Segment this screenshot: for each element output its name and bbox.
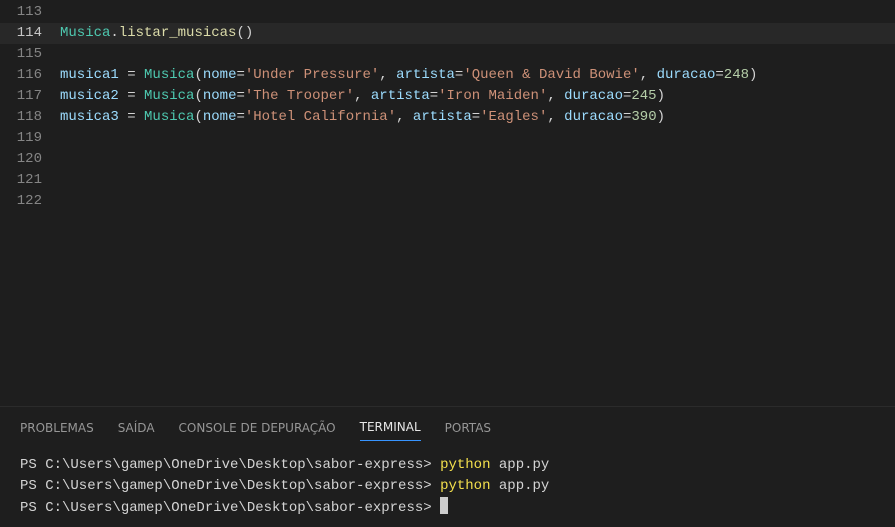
terminal-line: PS C:\Users\gamep\OneDrive\Desktop\sabor… <box>20 476 875 497</box>
token-num: 390 <box>631 109 656 125</box>
token-param: artista <box>371 88 430 104</box>
code-line[interactable]: 121 <box>0 170 895 191</box>
terminal-arg: app.py <box>491 457 550 473</box>
tab-saida[interactable]: SAÍDA <box>118 421 155 441</box>
token-punc: ) <box>749 67 757 83</box>
line-number: 118 <box>0 107 60 128</box>
code-line[interactable]: 114Musica.listar_musicas() <box>0 23 895 44</box>
token-cls: Musica <box>144 67 194 83</box>
bottom-panel: PROBLEMAS SAÍDA CONSOLE DE DEPURAÇÃO TER… <box>0 406 895 527</box>
token-param: duracao <box>564 88 623 104</box>
code-content[interactable]: musica2 = Musica(nome='The Trooper', art… <box>60 86 665 107</box>
code-line[interactable]: 120 <box>0 149 895 170</box>
line-number: 115 <box>0 44 60 65</box>
terminal-cursor-icon <box>440 497 448 514</box>
token-op: = <box>430 88 438 104</box>
token-str: 'The Trooper' <box>245 88 354 104</box>
token-punc: , <box>547 109 564 125</box>
code-content[interactable]: Musica.listar_musicas() <box>60 23 253 44</box>
token-fn: listar_musicas <box>119 25 237 41</box>
terminal-command: python <box>440 478 490 494</box>
line-number: 122 <box>0 191 60 212</box>
line-number: 119 <box>0 128 60 149</box>
token-var: musica1 <box>60 67 119 83</box>
line-number: 120 <box>0 149 60 170</box>
terminal-prompt: PS C:\Users\gamep\OneDrive\Desktop\sabor… <box>20 478 440 494</box>
token-punc: ( <box>194 88 202 104</box>
token-str: 'Eagles' <box>480 109 547 125</box>
token-param: artista <box>396 67 455 83</box>
tab-portas[interactable]: PORTAS <box>445 421 491 441</box>
token-num: 245 <box>631 88 656 104</box>
token-param: nome <box>203 67 237 83</box>
token-cls: Musica <box>144 88 194 104</box>
editor-empty-area[interactable] <box>0 212 895 406</box>
token-str: 'Queen & David Bowie' <box>463 67 639 83</box>
line-number: 117 <box>0 86 60 107</box>
token-punc: , <box>396 109 413 125</box>
token-str: 'Hotel California' <box>245 109 396 125</box>
token-var: musica2 <box>60 88 119 104</box>
token-num: 248 <box>724 67 749 83</box>
token-param: nome <box>203 109 237 125</box>
line-number: 113 <box>0 2 60 23</box>
terminal-line: PS C:\Users\gamep\OneDrive\Desktop\sabor… <box>20 455 875 476</box>
token-param: nome <box>203 88 237 104</box>
token-param: artista <box>413 109 472 125</box>
code-line[interactable]: 122 <box>0 191 895 212</box>
panel-tabs: PROBLEMAS SAÍDA CONSOLE DE DEPURAÇÃO TER… <box>0 407 895 441</box>
token-var: musica3 <box>60 109 119 125</box>
terminal-body[interactable]: PS C:\Users\gamep\OneDrive\Desktop\sabor… <box>0 441 895 527</box>
token-punc: () <box>236 25 253 41</box>
line-number: 114 <box>0 23 60 44</box>
line-number: 121 <box>0 170 60 191</box>
token-param: duracao <box>564 109 623 125</box>
token-punc: , <box>547 88 564 104</box>
tab-terminal[interactable]: TERMINAL <box>360 420 421 441</box>
token-punc: ) <box>657 109 665 125</box>
token-punc: ( <box>194 67 202 83</box>
code-line[interactable]: 113 <box>0 2 895 23</box>
code-content[interactable]: musica1 = Musica(nome='Under Pressure', … <box>60 65 757 86</box>
token-punc: . <box>110 25 118 41</box>
token-op: = <box>236 67 244 83</box>
token-punc: , <box>379 67 396 83</box>
token-str: 'Iron Maiden' <box>438 88 547 104</box>
token-op: = <box>472 109 480 125</box>
terminal-prompt: PS C:\Users\gamep\OneDrive\Desktop\sabor… <box>20 500 440 516</box>
code-line[interactable]: 117musica2 = Musica(nome='The Trooper', … <box>0 86 895 107</box>
code-line[interactable]: 116musica1 = Musica(nome='Under Pressure… <box>0 65 895 86</box>
token-punc: , <box>354 88 371 104</box>
tab-problemas[interactable]: PROBLEMAS <box>20 421 94 441</box>
terminal-arg: app.py <box>491 478 550 494</box>
token-punc: , <box>640 67 657 83</box>
tab-debug-console[interactable]: CONSOLE DE DEPURAÇÃO <box>179 421 336 441</box>
token-op: = <box>119 109 144 125</box>
line-number: 116 <box>0 65 60 86</box>
token-op: = <box>236 88 244 104</box>
terminal-command: python <box>440 457 490 473</box>
token-cls: Musica <box>144 109 194 125</box>
terminal-line: PS C:\Users\gamep\OneDrive\Desktop\sabor… <box>20 497 875 519</box>
code-editor[interactable]: 113114Musica.listar_musicas()115116music… <box>0 0 895 212</box>
code-line[interactable]: 119 <box>0 128 895 149</box>
token-param: duracao <box>657 67 716 83</box>
code-content[interactable]: musica3 = Musica(nome='Hotel California'… <box>60 107 665 128</box>
token-op: = <box>236 109 244 125</box>
token-punc: ( <box>194 109 202 125</box>
token-op: = <box>119 88 144 104</box>
code-line[interactable]: 118musica3 = Musica(nome='Hotel Californ… <box>0 107 895 128</box>
token-punc: ) <box>657 88 665 104</box>
token-str: 'Under Pressure' <box>245 67 379 83</box>
token-op: = <box>715 67 723 83</box>
code-line[interactable]: 115 <box>0 44 895 65</box>
token-cls: Musica <box>60 25 110 41</box>
token-op: = <box>119 67 144 83</box>
terminal-prompt: PS C:\Users\gamep\OneDrive\Desktop\sabor… <box>20 457 440 473</box>
